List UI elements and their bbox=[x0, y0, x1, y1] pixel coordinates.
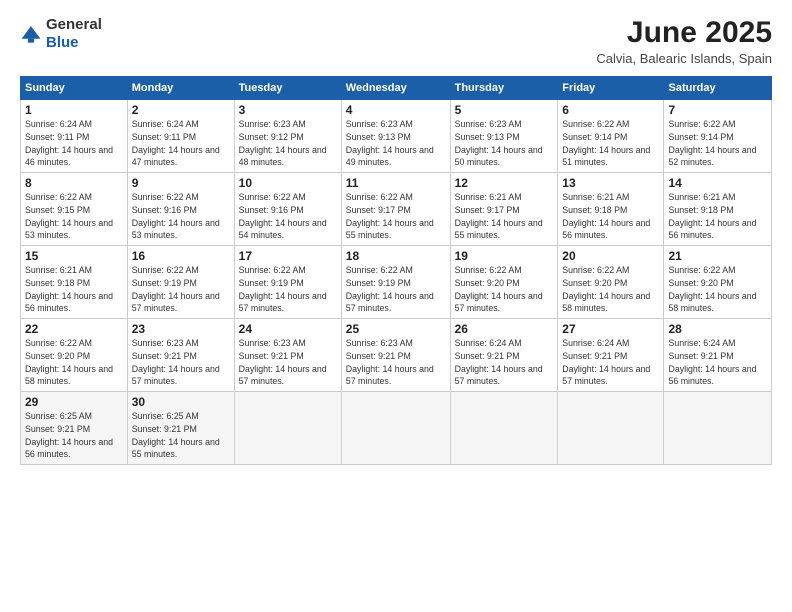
day-19: 19 Sunrise: 6:22 AMSunset: 9:20 PMDaylig… bbox=[450, 246, 558, 319]
title-area: June 2025 Calvia, Balearic Islands, Spai… bbox=[596, 16, 772, 66]
day-4: 4 Sunrise: 6:23 AMSunset: 9:13 PMDayligh… bbox=[341, 100, 450, 173]
day-7: 7 Sunrise: 6:22 AMSunset: 9:14 PMDayligh… bbox=[664, 100, 772, 173]
day-20: 20 Sunrise: 6:22 AMSunset: 9:20 PMDaylig… bbox=[558, 246, 664, 319]
logo-text: General Blue bbox=[46, 16, 102, 52]
day-3: 3 Sunrise: 6:23 AMSunset: 9:12 PMDayligh… bbox=[234, 100, 341, 173]
logo-blue: Blue bbox=[46, 34, 102, 52]
day-24: 24 Sunrise: 6:23 AMSunset: 9:21 PMDaylig… bbox=[234, 319, 341, 392]
day-14: 14 Sunrise: 6:21 AMSunset: 9:18 PMDaylig… bbox=[664, 173, 772, 246]
page: General Blue June 2025 Calvia, Balearic … bbox=[0, 0, 792, 612]
week-row-5: 29 Sunrise: 6:25 AMSunset: 9:21 PMDaylig… bbox=[21, 392, 772, 465]
week-row-2: 8 Sunrise: 6:22 AMSunset: 9:15 PMDayligh… bbox=[21, 173, 772, 246]
day-21: 21 Sunrise: 6:22 AMSunset: 9:20 PMDaylig… bbox=[664, 246, 772, 319]
day-13: 13 Sunrise: 6:21 AMSunset: 9:18 PMDaylig… bbox=[558, 173, 664, 246]
day-22: 22 Sunrise: 6:22 AMSunset: 9:20 PMDaylig… bbox=[21, 319, 128, 392]
header-monday: Monday bbox=[127, 77, 234, 100]
location-subtitle: Calvia, Balearic Islands, Spain bbox=[596, 51, 772, 66]
header-friday: Friday bbox=[558, 77, 664, 100]
day-29: 29 Sunrise: 6:25 AMSunset: 9:21 PMDaylig… bbox=[21, 392, 128, 465]
day-6: 6 Sunrise: 6:22 AMSunset: 9:14 PMDayligh… bbox=[558, 100, 664, 173]
day-9: 9 Sunrise: 6:22 AMSunset: 9:16 PMDayligh… bbox=[127, 173, 234, 246]
day-28: 28 Sunrise: 6:24 AMSunset: 9:21 PMDaylig… bbox=[664, 319, 772, 392]
header-thursday: Thursday bbox=[450, 77, 558, 100]
empty-cell-2 bbox=[341, 392, 450, 465]
header-tuesday: Tuesday bbox=[234, 77, 341, 100]
header-wednesday: Wednesday bbox=[341, 77, 450, 100]
day-17: 17 Sunrise: 6:22 AMSunset: 9:19 PMDaylig… bbox=[234, 246, 341, 319]
week-row-1: 1 Sunrise: 6:24 AMSunset: 9:11 PMDayligh… bbox=[21, 100, 772, 173]
day-27: 27 Sunrise: 6:24 AMSunset: 9:21 PMDaylig… bbox=[558, 319, 664, 392]
day-18: 18 Sunrise: 6:22 AMSunset: 9:19 PMDaylig… bbox=[341, 246, 450, 319]
month-title: June 2025 bbox=[596, 16, 772, 49]
empty-cell-1 bbox=[234, 392, 341, 465]
header: General Blue June 2025 Calvia, Balearic … bbox=[20, 16, 772, 66]
logo: General Blue bbox=[20, 16, 102, 52]
logo-general: General bbox=[46, 16, 102, 34]
header-sunday: Sunday bbox=[21, 77, 128, 100]
day-11: 11 Sunrise: 6:22 AMSunset: 9:17 PMDaylig… bbox=[341, 173, 450, 246]
empty-cell-5 bbox=[664, 392, 772, 465]
day-8: 8 Sunrise: 6:22 AMSunset: 9:15 PMDayligh… bbox=[21, 173, 128, 246]
day-10: 10 Sunrise: 6:22 AMSunset: 9:16 PMDaylig… bbox=[234, 173, 341, 246]
day-2: 2 Sunrise: 6:24 AMSunset: 9:11 PMDayligh… bbox=[127, 100, 234, 173]
day-26: 26 Sunrise: 6:24 AMSunset: 9:21 PMDaylig… bbox=[450, 319, 558, 392]
empty-cell-3 bbox=[450, 392, 558, 465]
day-16: 16 Sunrise: 6:22 AMSunset: 9:19 PMDaylig… bbox=[127, 246, 234, 319]
calendar-table: Sunday Monday Tuesday Wednesday Thursday… bbox=[20, 76, 772, 465]
day-30: 30 Sunrise: 6:25 AMSunset: 9:21 PMDaylig… bbox=[127, 392, 234, 465]
day-1: 1 Sunrise: 6:24 AMSunset: 9:11 PMDayligh… bbox=[21, 100, 128, 173]
day-12: 12 Sunrise: 6:21 AMSunset: 9:17 PMDaylig… bbox=[450, 173, 558, 246]
week-row-3: 15 Sunrise: 6:21 AMSunset: 9:18 PMDaylig… bbox=[21, 246, 772, 319]
day-25: 25 Sunrise: 6:23 AMSunset: 9:21 PMDaylig… bbox=[341, 319, 450, 392]
logo-icon bbox=[20, 23, 42, 45]
weekday-header-row: Sunday Monday Tuesday Wednesday Thursday… bbox=[21, 77, 772, 100]
header-saturday: Saturday bbox=[664, 77, 772, 100]
day-5: 5 Sunrise: 6:23 AMSunset: 9:13 PMDayligh… bbox=[450, 100, 558, 173]
day-23: 23 Sunrise: 6:23 AMSunset: 9:21 PMDaylig… bbox=[127, 319, 234, 392]
day-15: 15 Sunrise: 6:21 AMSunset: 9:18 PMDaylig… bbox=[21, 246, 128, 319]
week-row-4: 22 Sunrise: 6:22 AMSunset: 9:20 PMDaylig… bbox=[21, 319, 772, 392]
empty-cell-4 bbox=[558, 392, 664, 465]
